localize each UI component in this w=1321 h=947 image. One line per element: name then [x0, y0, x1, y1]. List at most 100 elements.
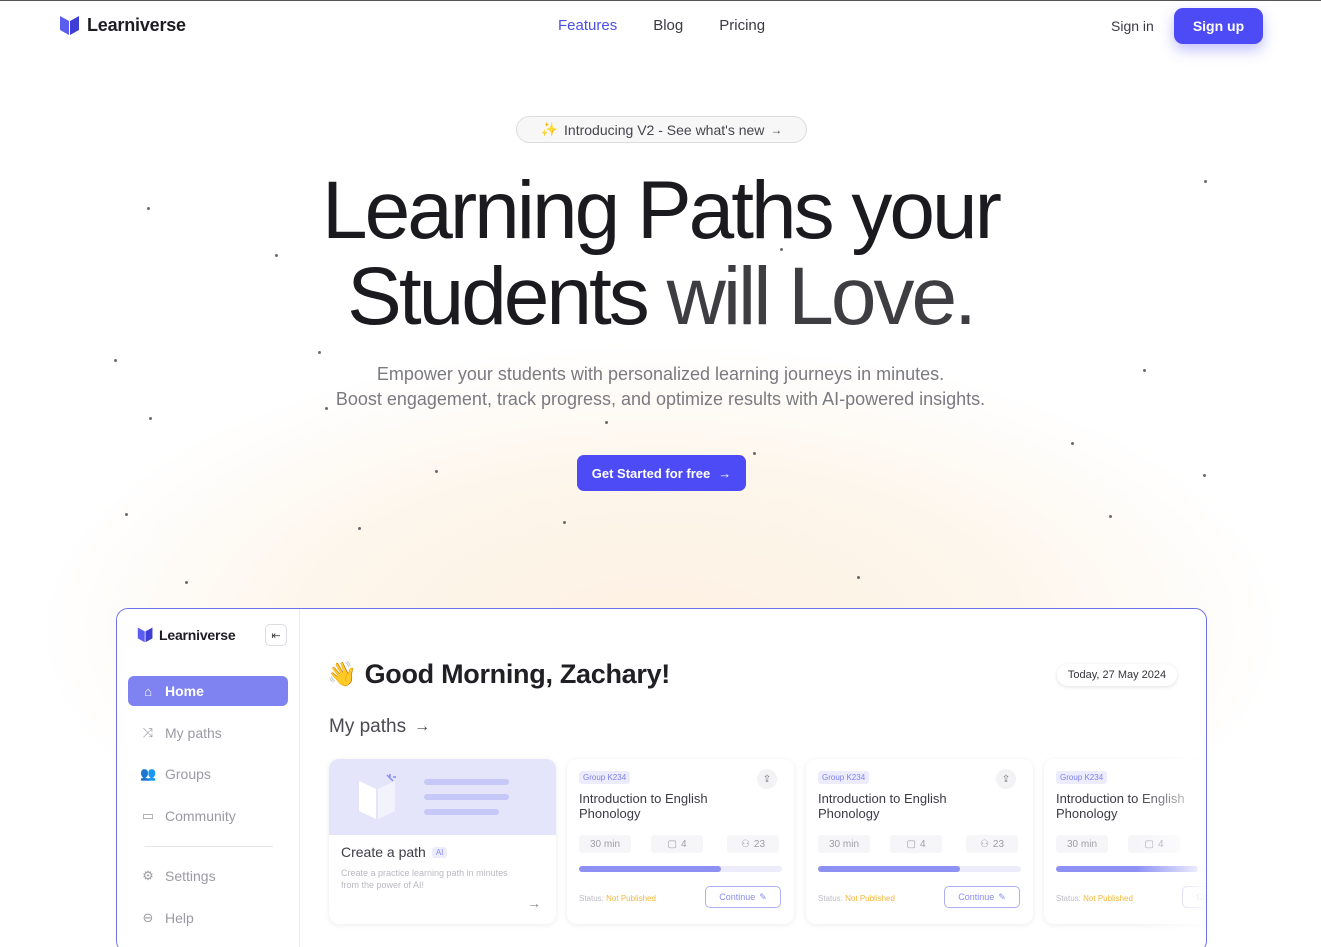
path-title: Introduction to English Phonology [579, 791, 708, 821]
sidebar-item-help[interactable]: ⊖ Help [128, 903, 288, 933]
students-chip: ⚇23 [966, 835, 1018, 853]
students-chip: ⚇23 [727, 835, 779, 853]
create-path-illustration [329, 759, 556, 835]
star-decoration [1109, 515, 1112, 518]
sidebar-item-groups[interactable]: 👥 Groups [128, 759, 288, 789]
headline-line-2b: will Love. [666, 251, 977, 342]
app-preview-window: Learniverse ⇤ ⌂ Home ⤨ My paths 👥 Groups… [116, 608, 1207, 947]
nav-link-pricing[interactable]: Pricing [719, 17, 765, 34]
create-path-title: Create a path AI [341, 844, 448, 860]
app-sidebar: Learniverse ⇤ ⌂ Home ⤨ My paths 👥 Groups… [117, 609, 300, 947]
sidebar-item-label: Settings [165, 868, 216, 884]
star-decoration [1203, 474, 1206, 477]
headline-line-2a: Students [347, 251, 650, 342]
duration-chip: 30 min [818, 835, 870, 853]
arrow-right-icon: → [770, 122, 783, 137]
settings-icon: ⚙ [142, 868, 154, 883]
book-logo-icon [60, 16, 79, 35]
group-tag: Group K234 [579, 771, 631, 784]
group-tag: Group K234 [1056, 771, 1108, 784]
progress-bar-fill [818, 866, 961, 872]
sparkle-icon: ✨ [540, 121, 559, 137]
cube-icon: ▢ [667, 838, 677, 850]
users-icon: ⚇ [979, 838, 989, 850]
status-value: Not Published [1083, 894, 1133, 903]
paths-icon: ⤨ [142, 725, 154, 740]
star-decoration [435, 470, 438, 473]
announcement-pill[interactable]: ✨ Introducing V2 - See what's new → [516, 116, 807, 143]
sidebar-item-settings[interactable]: ⚙ Settings [128, 861, 288, 891]
duration-value: 30 min [1066, 838, 1097, 850]
subtext-line-2: Boost engagement, track progress, and op… [335, 389, 986, 409]
star-decoration [1071, 442, 1074, 445]
share-icon[interactable]: ⇪ [996, 769, 1016, 789]
duration-chip: 30 min [1056, 835, 1108, 853]
continue-button[interactable]: Continue✎ [705, 886, 781, 908]
placeholder-line [424, 809, 499, 815]
help-icon: ⊖ [142, 910, 154, 925]
my-paths-heading[interactable]: My paths → [329, 716, 430, 738]
students-value: 23 [992, 838, 1005, 850]
date-chip: Today, 27 May 2024 [1057, 664, 1177, 686]
collapse-sidebar-icon[interactable]: ⇤ [265, 624, 287, 646]
sidebar-item-my-paths[interactable]: ⤨ My paths [128, 718, 288, 748]
sidebar-item-label: Groups [165, 766, 211, 782]
brand-name: Learniverse [87, 14, 186, 35]
sidebar-logo[interactable]: Learniverse [137, 626, 236, 643]
modules-chip: ▢4 [890, 835, 942, 853]
users-icon: ⚇ [740, 838, 750, 850]
status-text: Status: Not Published [818, 894, 895, 903]
get-started-button[interactable]: Get Started for free → [577, 455, 746, 491]
nav-link-blog[interactable]: Blog [653, 17, 683, 34]
modules-value: 4 [680, 838, 687, 850]
group-tag: Group K234 [818, 771, 870, 784]
sidebar-item-home[interactable]: ⌂ Home [128, 676, 288, 706]
hero-subtext: Empower your students with personalized … [0, 362, 1321, 412]
greeting-text: Good Morning, Zachary! [364, 659, 671, 689]
star-decoration [605, 421, 608, 424]
duration-value: 30 min [828, 838, 859, 850]
status-label: Status: [1056, 894, 1081, 903]
status-text: Status: Not Published [579, 894, 656, 903]
cube-icon: ▢ [906, 838, 916, 850]
edit-icon: ✎ [759, 891, 767, 902]
sign-in-link[interactable]: Sign in [1111, 18, 1154, 34]
path-card[interactable]: Group K234 ⇪ Introduction to English Pho… [806, 759, 1033, 924]
continue-label: Continue [719, 892, 756, 902]
create-path-description: Create a practice learning path in minut… [341, 868, 508, 890]
announcement-text: Introducing V2 - See what's new [564, 121, 765, 138]
waving-hand-icon: 👋 [327, 661, 357, 688]
site-header: Learniverse Features Blog Pricing Sign i… [0, 0, 1321, 52]
brand-logo[interactable]: Learniverse [59, 14, 186, 36]
status-label: Status: [579, 894, 604, 903]
status-label: Status: [818, 894, 843, 903]
duration-chip: 30 min [579, 835, 631, 853]
placeholder-line [424, 779, 509, 785]
sign-up-button[interactable]: Sign up [1174, 8, 1263, 44]
edit-icon: ✎ [998, 891, 1006, 902]
continue-button[interactable]: Continue✎ [944, 886, 1020, 908]
star-decoration [753, 452, 756, 455]
sidebar-brand-name: Learniverse [159, 626, 236, 643]
book-logo-icon [137, 627, 153, 643]
star-decoration [125, 513, 128, 516]
nav-link-features[interactable]: Features [558, 17, 617, 34]
ai-badge: AI [431, 846, 448, 858]
get-started-label: Get Started for free [591, 465, 711, 481]
status-value: Not Published [845, 894, 895, 903]
create-path-title-text: Create a path [341, 844, 426, 860]
placeholder-line [424, 794, 509, 800]
app-main-content: 👋 Good Morning, Zachary! Today, 27 May 2… [301, 609, 1206, 947]
arrow-right-icon[interactable]: → [527, 895, 541, 911]
continue-label: Continue [958, 892, 995, 902]
star-decoration [563, 521, 566, 524]
headline-line-1: Learning Paths your [322, 165, 1002, 256]
path-card[interactable]: Group K234 ⇪ Introduction to English Pho… [567, 759, 794, 924]
hero-headline: Learning Paths your Students will Love. [0, 168, 1321, 340]
star-decoration [149, 417, 152, 420]
star-decoration [358, 527, 361, 530]
create-path-card[interactable]: Create a path AI Create a practice learn… [329, 759, 556, 924]
share-icon[interactable]: ⇪ [757, 769, 777, 789]
sidebar-item-community[interactable]: ▭ Community [128, 801, 288, 831]
progress-bar [818, 866, 1021, 872]
